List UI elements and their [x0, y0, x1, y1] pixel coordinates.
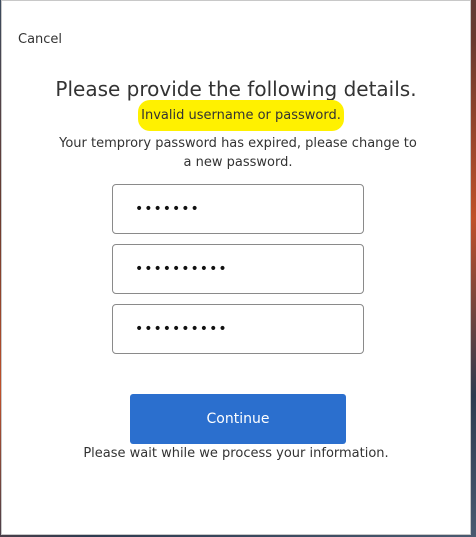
current-password-field[interactable]: •••••••	[112, 184, 364, 234]
current-password-value: •••••••	[135, 201, 200, 217]
info-message: Your temprory password has expired, plea…	[59, 136, 417, 170]
wait-message: Please wait while we process your inform…	[83, 446, 389, 461]
new-password-field[interactable]: ••••••••••	[112, 244, 364, 294]
cancel-link[interactable]: Cancel	[18, 32, 62, 47]
confirm-password-field[interactable]: ••••••••••	[112, 304, 364, 354]
continue-button[interactable]: Continue	[130, 394, 346, 444]
page-title: Please provide the following details.	[55, 77, 417, 101]
password-change-dialog: Cancel Please provide the following deta…	[1, 0, 471, 535]
confirm-password-value: ••••••••••	[135, 321, 228, 337]
new-password-value: ••••••••••	[135, 261, 228, 277]
error-message: Invalid username or password.	[138, 100, 344, 131]
